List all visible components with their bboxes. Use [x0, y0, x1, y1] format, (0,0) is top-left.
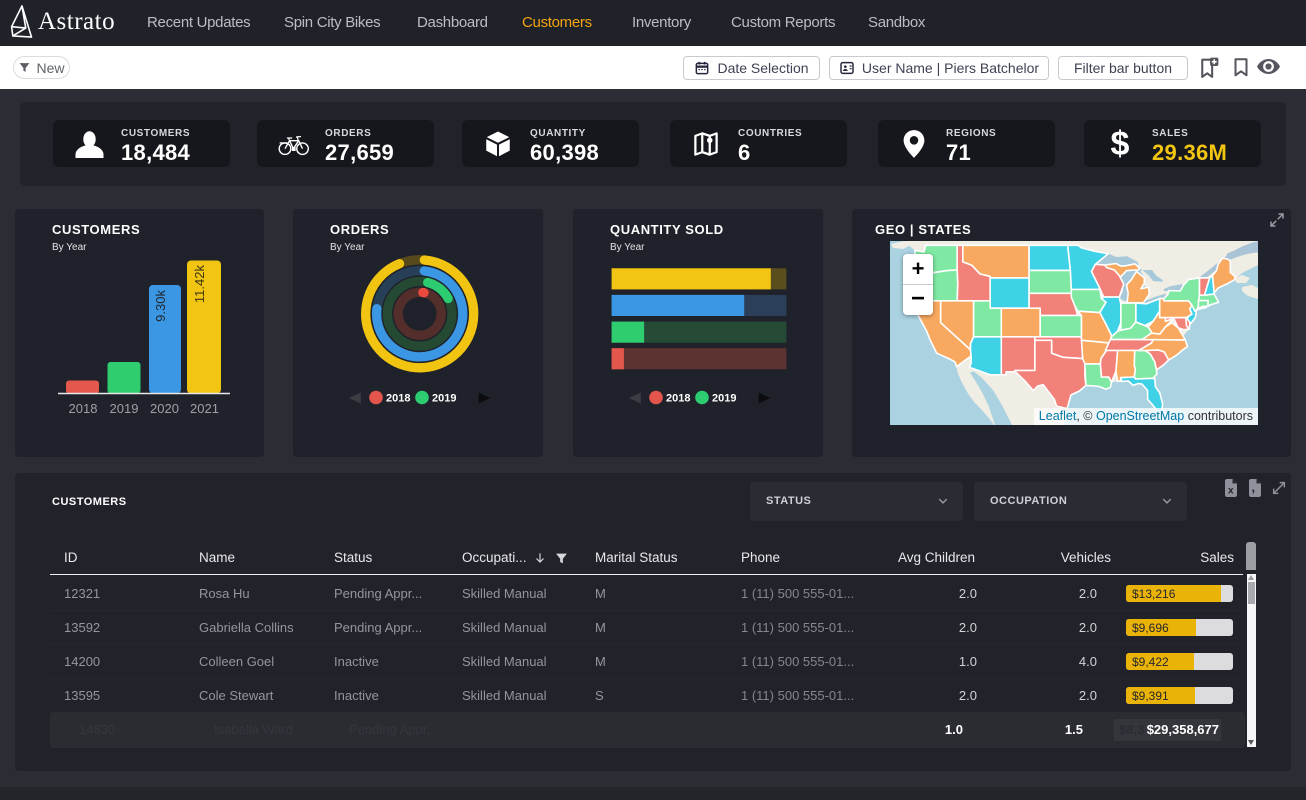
svg-text:9.30k: 9.30k — [153, 290, 168, 322]
svg-text:2021: 2021 — [190, 401, 219, 416]
svg-text:2019: 2019 — [432, 393, 456, 405]
svg-text:11.42k: 11.42k — [192, 265, 207, 304]
svg-text:2019: 2019 — [110, 401, 139, 416]
svg-text:2018: 2018 — [666, 393, 690, 405]
svg-text:x: x — [1228, 486, 1234, 497]
svg-text:2020: 2020 — [150, 401, 179, 416]
svg-text:,: , — [1252, 480, 1256, 495]
svg-text:2018: 2018 — [386, 393, 410, 405]
svg-text:2018: 2018 — [69, 401, 98, 416]
svg-text:2019: 2019 — [712, 393, 736, 405]
